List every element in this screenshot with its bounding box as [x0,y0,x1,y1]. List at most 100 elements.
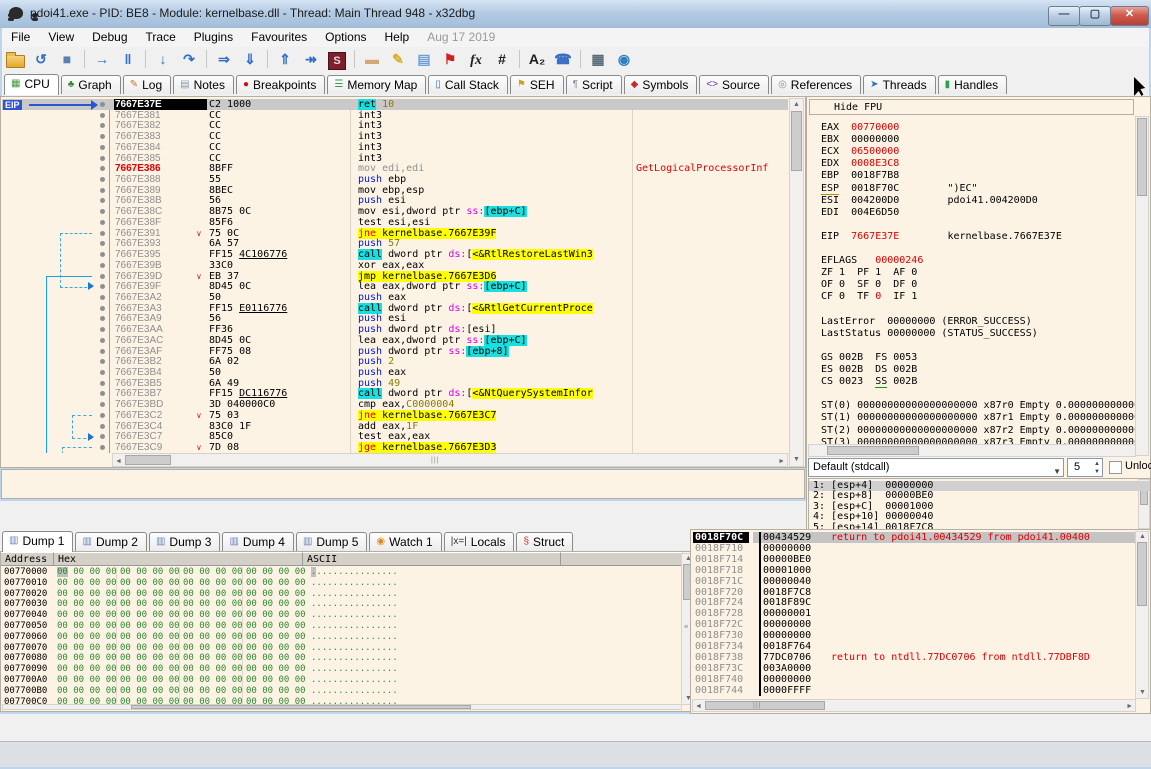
breakpoint-dot[interactable] [100,252,105,257]
register-line[interactable]: LastStatus 00000000 (STATUS_SUCCESS) [821,328,1141,340]
disasm-row[interactable]: 7667E3C2∨75 03jne kernelbase.7667E3C7 [2,410,788,421]
register-line[interactable]: EDI 004E6D50 [821,207,1141,219]
toolbar-run-to-return-icon[interactable]: ⇒ [212,48,236,70]
breakpoint-dot[interactable] [100,156,105,161]
tab-source[interactable]: <>Source [699,75,769,94]
breakpoint-dot[interactable] [100,306,105,311]
dump-row[interactable]: 0077002000 00 00 0000 00 00 0000 00 00 0… [1,589,681,600]
stack-row[interactable]: 0018F71400000BE0 [691,554,1137,565]
disasm-row[interactable]: 7667E38855push ebp [2,174,788,185]
breakpoint-dot[interactable] [100,145,105,150]
tab-breakpoints[interactable]: ●Breakpoints [236,75,325,94]
dump-row[interactable]: 0077009000 00 00 0000 00 00 0000 00 00 0… [1,664,681,675]
stack-vscrollbar[interactable]: ▲ ▼ [1135,531,1149,699]
dump-row[interactable]: 0077001000 00 00 0000 00 00 0000 00 00 0… [1,578,681,589]
toolbar-step-into-icon[interactable]: ↓ [151,48,175,70]
disasm-row[interactable]: 7667E3C9∨7D 08jge kernelbase.7667E3D3 [2,442,788,453]
stack-row[interactable]: 0018F73000000000 [691,630,1137,641]
stack-row[interactable]: 0018F74000000000 [691,674,1137,685]
stack-row[interactable]: 0018F72800000001 [691,608,1137,619]
stack-panel[interactable]: 0018F70C00434529return to pdoi41.0043452… [690,529,1151,714]
disasm-vscrollbar[interactable]: ▲ ▼ [789,98,804,467]
disasm-row[interactable]: 7667E3936A 57push 57 [2,238,788,249]
toolbar-step-out-icon[interactable]: ⇓ [238,48,262,70]
disasm-row[interactable]: 7667E3B450push eax [2,367,788,378]
toolbar-patches-icon[interactable]: ▬ [360,48,384,70]
toolbar-restart-icon[interactable]: ↺ [29,48,53,70]
tab-locals[interactable]: |x=|Locals [444,532,515,551]
breakpoint-dot[interactable] [100,434,105,439]
breakpoint-dot[interactable] [100,338,105,343]
breakpoint-dot[interactable] [100,231,105,236]
disasm-hscrollbar[interactable]: ◄ ||| ► [112,453,788,467]
register-line[interactable]: ST(2) 00000000000000000000 x87r2 Empty 0… [821,425,1141,437]
disasm-row[interactable]: 7667E381CCint3 [2,110,788,121]
breakpoint-dot[interactable] [100,134,105,139]
disasm-row[interactable]: 7667E3C483C0 1Fadd eax,1F [2,421,788,432]
breakpoint-dot[interactable] [100,359,105,364]
disasm-row[interactable]: 7667E3898BECmov ebp,esp [2,185,788,196]
disasm-row[interactable]: 7667E385CCint3 [2,153,788,164]
dump-hscrollbar[interactable] [2,704,682,710]
dump-row[interactable]: 007700B000 00 00 0000 00 00 0000 00 00 0… [1,686,681,697]
toolbar-calculator-icon[interactable]: ▦ [586,48,610,70]
dump-row[interactable]: 0077003000 00 00 0000 00 00 0000 00 00 0… [1,599,681,610]
toolbar-switch-thread-icon[interactable]: ↠ [299,48,323,70]
menu-item-help[interactable]: Help [376,28,419,44]
breakpoint-dot[interactable] [100,402,105,407]
registers-vscrollbar[interactable] [1135,116,1149,456]
disasm-row[interactable]: 7667E38C8B75 0Cmov esi,dword ptr ss:[ebp… [2,206,788,217]
breakpoint-dot[interactable] [100,424,105,429]
tab-graph[interactable]: ♣Graph [61,75,121,94]
close-button[interactable]: ✕ [1110,6,1149,26]
stack-row[interactable]: 0018F73C003A0000 [691,663,1137,674]
stack-hscrollbar[interactable]: ◄ ||| ► [692,699,1136,712]
tab-dump-5[interactable]: ▥Dump 5 [296,532,367,551]
register-line[interactable]: EBX 00000000 [821,134,1141,146]
menu-item-options[interactable]: Options [316,28,375,44]
spinner-arrows-icon[interactable]: ▲▼ [1094,460,1100,476]
menu-item-debug[interactable]: Debug [83,28,136,44]
breakpoint-dot[interactable] [100,241,105,246]
toolbar-step-over-icon[interactable]: ↷ [177,48,201,70]
disassembly-rows[interactable]: 7667E37EC2 1000ret 107667E381CCint37667E… [2,99,788,453]
breakpoint-dot[interactable] [100,349,105,354]
register-line[interactable]: ZF 1 PF 1 AF 0 [821,267,1141,279]
breakpoint-dot[interactable] [100,274,105,279]
disasm-row[interactable]: 7667E39B33C0xor eax,eax [2,260,788,271]
toolbar-bookmarks-icon[interactable]: ⚑ [438,48,462,70]
toolbar-internet-icon[interactable]: ◉ [612,48,636,70]
toolbar-labels-icon[interactable]: ▤ [412,48,436,70]
register-line[interactable]: ES 002B DS 002B [821,364,1141,376]
stack-row[interactable]: 0018F7340018F764 [691,641,1137,652]
disasm-row[interactable]: 7667E3A956push esi [2,313,788,324]
tab-dump-1[interactable]: ▥Dump 1 [2,531,73,552]
breakpoint-dot[interactable] [100,263,105,268]
register-line[interactable]: CF 0 TF 0 IF 1 [821,291,1141,303]
tab-symbols[interactable]: ◆Symbols [624,75,698,94]
disassembly-panel[interactable]: 7667E37EC2 1000ret 107667E381CCint37667E… [0,96,806,468]
maximize-button[interactable]: ▢ [1079,6,1111,26]
toolbar-fonts-icon[interactable]: A₂ [525,48,549,70]
register-line[interactable]: EFLAGS 00000246 [821,255,1141,267]
register-line[interactable]: EAX 00770000 [821,122,1141,134]
dump-row[interactable]: 0077005000 00 00 0000 00 00 0000 00 00 0… [1,621,681,632]
disasm-row[interactable]: 7667E3B56A 49push 49 [2,378,788,389]
tab-script[interactable]: ¶Script [566,75,622,94]
disasm-row[interactable]: 7667E384CCint3 [2,142,788,153]
breakpoint-dot[interactable] [100,166,105,171]
tab-dump-3[interactable]: ▥Dump 3 [149,532,220,551]
tab-dump-4[interactable]: ▥Dump 4 [222,532,293,551]
disasm-row[interactable]: 7667E3868BFFmov edi,ediGetLogicalProcess… [2,163,788,174]
tab-seh[interactable]: ⚑SEH [510,75,564,94]
tab-handles[interactable]: ▮Handles [938,75,1008,94]
register-line[interactable]: EDX 0008E3C8 [821,158,1141,170]
stack-row[interactable]: 0018F73877DC0706return to ntdll.77DC0706… [691,652,1137,663]
toolbar-run-to-user-code-icon[interactable]: ⇑ [273,48,297,70]
register-line[interactable]: ST(1) 00000000000000000000 x87r1 Empty 0… [821,412,1141,424]
arguments-view[interactable]: 1: [esp+4] 000000002: [esp+8] 00000BE03:… [808,478,1151,530]
tab-memory-map[interactable]: ☰Memory Map [327,75,426,94]
toolbar-hash-icon[interactable]: # [490,48,514,70]
disasm-row[interactable]: 7667E39D∨EB 37jmp kernelbase.7667E3D6 [2,271,788,282]
breakpoint-dot[interactable] [100,327,105,332]
